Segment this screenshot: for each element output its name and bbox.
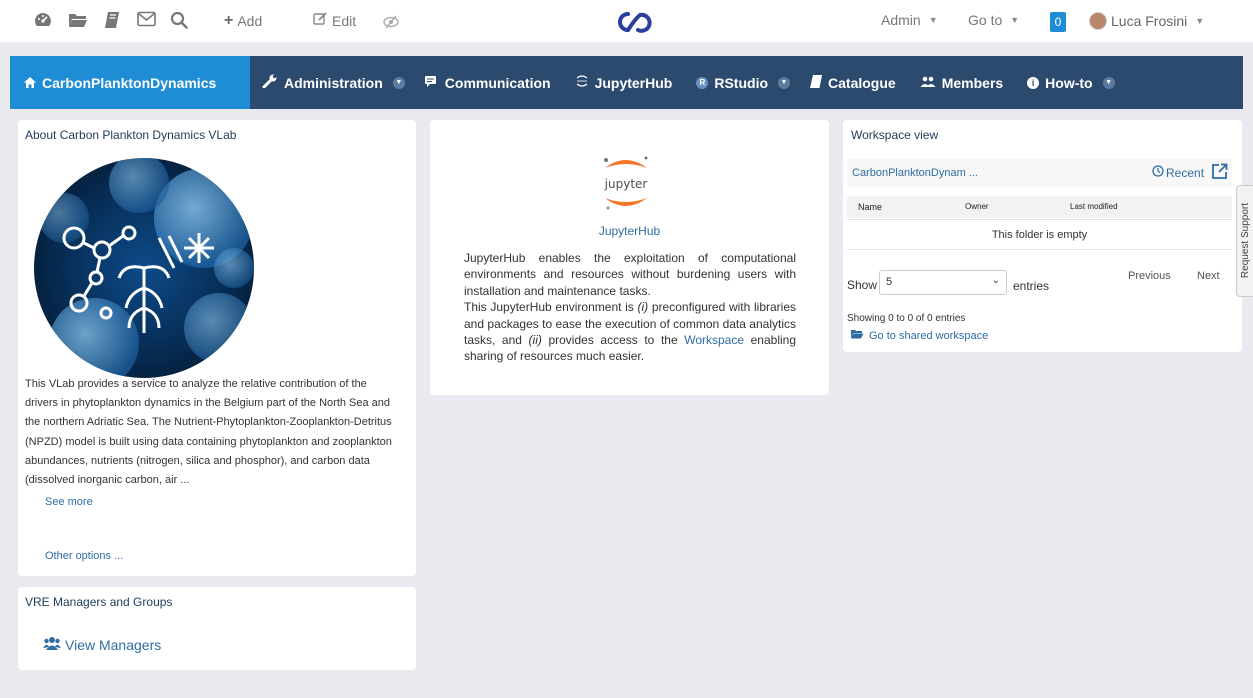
edit-icon: [313, 12, 328, 29]
previous-button[interactable]: Previous: [1128, 270, 1171, 282]
see-more-link[interactable]: See more: [45, 496, 93, 508]
about-description: This VLab provides a service to analyze …: [25, 378, 392, 487]
folder-open-icon: [851, 329, 864, 342]
about-title: About Carbon Plankton Dynamics VLab: [25, 128, 237, 142]
users-icon: [43, 636, 61, 653]
plus-icon: +: [224, 12, 234, 29]
workspace-table-header: Name Owner Last modified: [847, 196, 1232, 218]
top-bar: + Add Edit Admin ▼ Go to ▼ 0 Luca Frosin…: [0, 0, 1253, 42]
nav-item-home[interactable]: CarbonPlanktonDynamics: [10, 56, 250, 109]
add-button[interactable]: + Add: [224, 12, 262, 30]
dashboard-icon[interactable]: [33, 11, 53, 33]
nav-item-rstudio[interactable]: R RStudio ▼: [682, 56, 800, 109]
caret-down-icon: ▼: [1102, 76, 1115, 89]
edit-button[interactable]: Edit: [313, 12, 356, 29]
admin-menu[interactable]: Admin ▼: [881, 12, 938, 28]
svg-text:jupyter: jupyter: [604, 177, 648, 191]
mail-icon[interactable]: [137, 11, 156, 31]
caret-down-icon: ▼: [778, 76, 791, 89]
request-support-tab[interactable]: Request Support: [1236, 185, 1253, 297]
workspace-link[interactable]: Workspace: [684, 333, 744, 347]
show-label: Show: [847, 278, 878, 292]
external-link-icon[interactable]: [1211, 163, 1228, 185]
clock-icon: [1152, 165, 1164, 180]
nav-item-catalogue[interactable]: Catalogue: [800, 56, 906, 109]
managers-title: VRE Managers and Groups: [25, 595, 173, 609]
managers-panel: VRE Managers and Groups View Managers: [18, 587, 416, 670]
nav-item-jupyterhub[interactable]: JupyterHub: [561, 56, 683, 109]
caret-down-icon: ▼: [1010, 15, 1020, 25]
caret-down-icon: ▼: [1195, 16, 1205, 26]
home-icon: [24, 75, 36, 91]
folder-icon[interactable]: [68, 11, 88, 33]
empty-folder-message: This folder is empty: [847, 219, 1232, 250]
users-icon: [920, 75, 936, 91]
notification-badge[interactable]: 0: [1050, 12, 1066, 32]
workspace-folder-link[interactable]: CarbonPlanktonDynam ...: [852, 167, 978, 179]
shared-workspace-link[interactable]: Go to shared workspace: [851, 329, 988, 342]
search-icon[interactable]: [170, 11, 188, 33]
nav-item-communication[interactable]: Communication: [415, 56, 561, 109]
next-button[interactable]: Next: [1197, 270, 1220, 282]
other-options-link[interactable]: Other options ...: [45, 550, 123, 562]
avatar: [1089, 12, 1107, 30]
caret-down-icon: ▼: [928, 15, 938, 25]
showing-info: Showing 0 to 0 of 0 entries: [847, 313, 966, 324]
entries-select[interactable]: 5 ⌄: [879, 270, 1007, 295]
jupyterhub-link[interactable]: JupyterHub: [430, 224, 829, 238]
eye-slash-icon[interactable]: [383, 13, 399, 33]
recent-button[interactable]: Recent: [1152, 165, 1204, 180]
workspace-folder-bar: CarbonPlanktonDynam ... Recent: [847, 159, 1232, 187]
workspace-title: Workspace view: [851, 128, 939, 142]
chevron-down-icon: ⌄: [991, 275, 1000, 286]
jupyter-description: JupyterHub enables the exploitation of c…: [464, 251, 796, 364]
col-last-modified[interactable]: Last modified: [1070, 202, 1118, 211]
caret-down-icon: ▼: [392, 76, 405, 89]
jupyter-panel: jupyter JupyterHub JupyterHub enables th…: [430, 120, 829, 395]
about-panel: About Carbon Plankton Dynamics VLab This…: [18, 120, 416, 576]
book-icon[interactable]: [104, 11, 120, 33]
entries-label: entries: [1013, 279, 1050, 293]
col-owner[interactable]: Owner: [965, 202, 989, 211]
nav-item-members[interactable]: Members: [906, 56, 1013, 109]
nav-item-administration[interactable]: Administration ▼: [250, 56, 415, 109]
rstudio-icon: R: [696, 76, 709, 89]
main-navbar: CarbonPlanktonDynamics Administration ▼ …: [10, 56, 1243, 109]
user-menu[interactable]: Luca Frosini ▼: [1089, 12, 1204, 30]
jupyter-logo[interactable]: jupyter: [597, 152, 655, 214]
goto-menu[interactable]: Go to ▼: [968, 12, 1019, 28]
vlab-logo-image: [34, 158, 254, 378]
jupyter-icon: [575, 74, 589, 91]
wrench-icon: [262, 74, 278, 91]
portal-logo[interactable]: [613, 9, 655, 40]
view-managers-link[interactable]: View Managers: [43, 636, 161, 653]
info-icon: i: [1027, 76, 1040, 89]
nav-item-howto[interactable]: i How-to ▼: [1013, 56, 1124, 109]
book-icon: [810, 74, 823, 91]
chat-icon: [424, 75, 439, 91]
col-name[interactable]: Name: [858, 202, 882, 212]
